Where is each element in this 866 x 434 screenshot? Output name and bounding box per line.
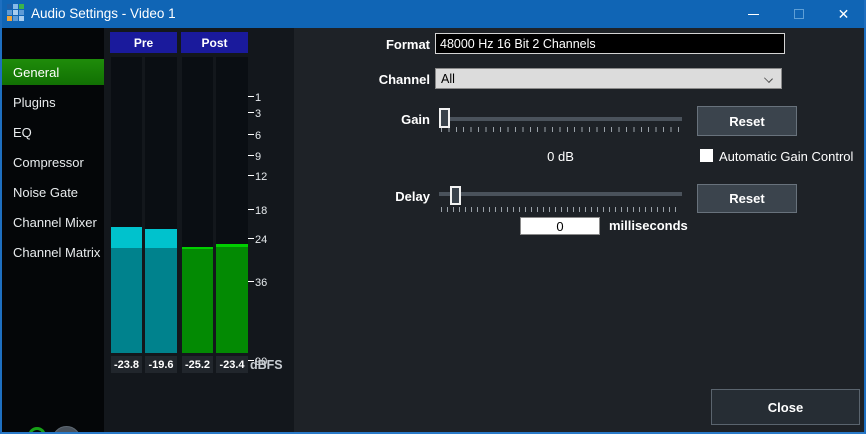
close-button[interactable]: Close	[711, 389, 860, 425]
delay-slider-track[interactable]	[439, 192, 682, 196]
close-window-button[interactable]: ✕	[821, 0, 866, 28]
sidebar-item-channel-mixer[interactable]: Channel Mixer	[2, 209, 104, 235]
sidebar-item-eq[interactable]: EQ	[2, 119, 104, 145]
meter-bar-pre-left	[111, 57, 142, 353]
title-bar[interactable]: Audio Settings - Video 1 ✕	[0, 0, 866, 28]
gain-slider-thumb[interactable]	[439, 108, 450, 128]
channel-label: Channel	[350, 72, 430, 87]
settings-sidebar: General Plugins EQ Compressor Noise Gate…	[2, 28, 104, 432]
meter-group-pre-label: Pre	[110, 32, 177, 53]
maximize-icon	[794, 9, 804, 19]
gain-slider-track[interactable]	[439, 117, 682, 121]
automatic-gain-control-label: Automatic Gain Control	[719, 149, 853, 164]
meter-bar-pre-right	[145, 57, 177, 353]
meter-scale-tick: 12	[248, 172, 267, 183]
audio-meters: Pre Post 1 3 6 9 12 18 24 36 90 -23.8 -1…	[104, 28, 294, 432]
app-logo-icon	[7, 4, 26, 23]
window-title: Audio Settings - Video 1	[31, 6, 176, 21]
meter-bar-post-right	[216, 57, 248, 353]
minimize-button[interactable]	[731, 0, 776, 28]
meter-scale-tick: 9	[248, 152, 261, 163]
meter-value-pre-right: -19.6	[145, 356, 177, 373]
meter-group-post-label: Post	[181, 32, 248, 53]
meter-value-post-left: -25.2	[182, 356, 213, 373]
delay-milliseconds-input[interactable]	[520, 217, 600, 235]
gain-value-label: 0 dB	[439, 149, 682, 164]
delay-reset-button[interactable]: Reset	[697, 184, 797, 213]
headphones-icon[interactable]	[27, 427, 49, 434]
maximize-button[interactable]	[776, 0, 821, 28]
channel-dropdown[interactable]: All	[435, 68, 782, 89]
meter-scale-tick: 1	[248, 93, 261, 104]
meter-scale-tick: 36	[248, 278, 267, 289]
delay-slider-ticks	[441, 207, 681, 212]
chevron-down-icon	[764, 74, 773, 83]
automatic-gain-control-checkbox[interactable]	[700, 149, 713, 162]
sidebar-item-noise-gate[interactable]: Noise Gate	[2, 179, 104, 205]
sidebar-item-plugins[interactable]: Plugins	[2, 89, 104, 115]
sidebar-item-general[interactable]: General	[2, 59, 104, 85]
gain-slider-ticks	[441, 127, 679, 132]
gain-label: Gain	[350, 112, 430, 127]
minimize-icon	[748, 14, 759, 15]
sidebar-item-channel-matrix[interactable]: Channel Matrix	[2, 239, 104, 265]
sidebar-item-compressor[interactable]: Compressor	[2, 149, 104, 175]
audio-settings-window: Audio Settings - Video 1 ✕ General Plugi…	[0, 0, 866, 434]
delay-slider-thumb[interactable]	[450, 186, 461, 205]
meter-value-pre-left: -23.8	[111, 356, 142, 373]
format-label: Format	[350, 37, 430, 52]
meter-scale-tick: 24	[248, 235, 267, 246]
close-icon: ✕	[838, 7, 850, 21]
meter-value-post-right: -23.4	[216, 356, 248, 373]
delay-label: Delay	[350, 189, 430, 204]
headphones-volume-knob[interactable]	[52, 426, 81, 434]
channel-selected-value: All	[441, 72, 455, 86]
meter-scale-tick: 6	[248, 131, 261, 142]
format-field: 48000 Hz 16 Bit 2 Channels	[435, 33, 785, 54]
meter-unit-label: dBFS	[250, 358, 283, 372]
meter-scale-tick: 3	[248, 109, 261, 120]
meter-bar-post-left	[182, 57, 213, 353]
delay-unit-label: milliseconds	[609, 218, 688, 233]
gain-reset-button[interactable]: Reset	[697, 106, 797, 136]
meter-scale-tick: 18	[248, 206, 267, 217]
